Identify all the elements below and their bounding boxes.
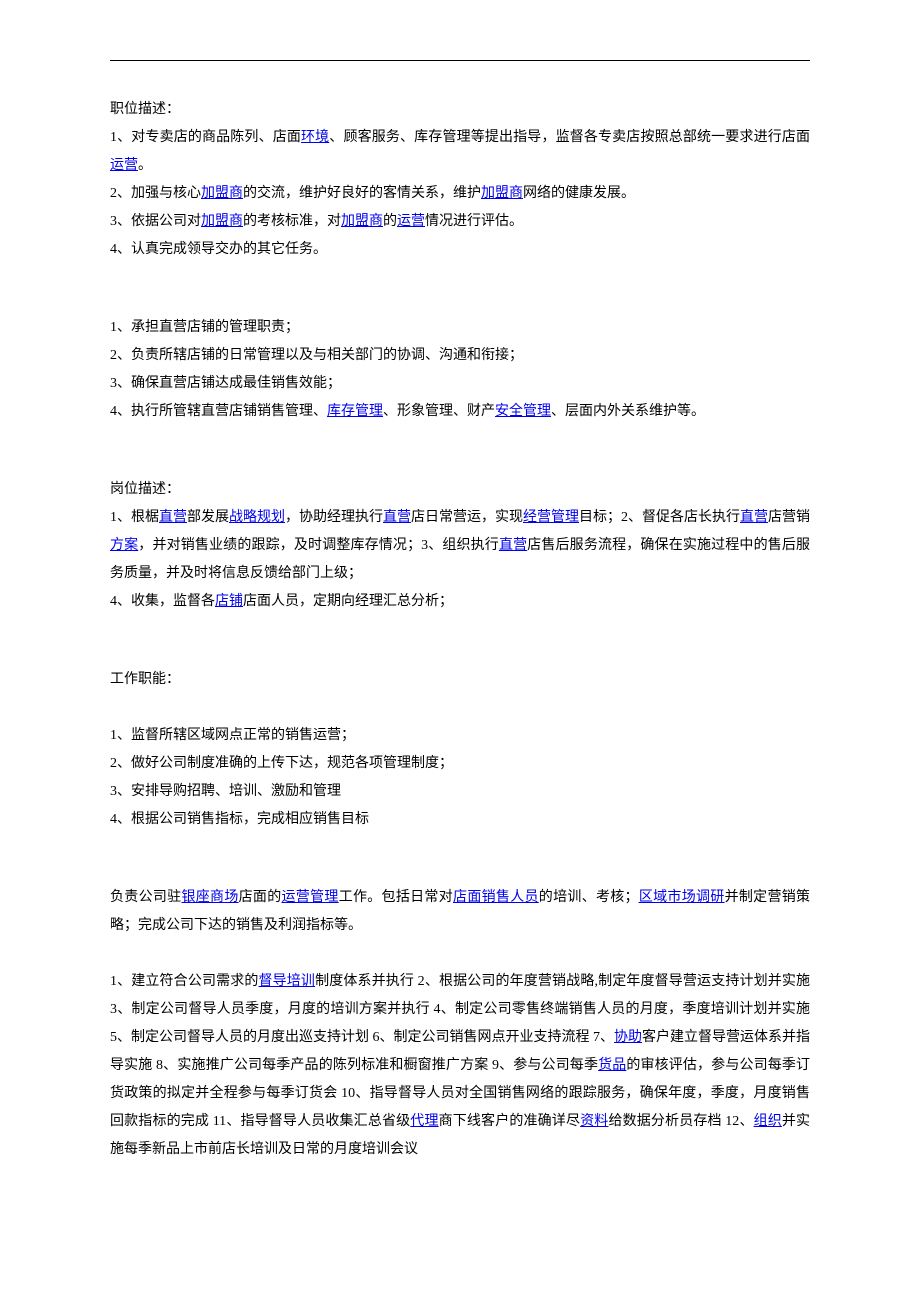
link-materials[interactable]: 资料 bbox=[580, 1114, 608, 1129]
text: 给数据分析员存档 12、 bbox=[608, 1114, 753, 1129]
section-job-description-1: 职位描述： 1、对专卖店的商品陈列、店面环境、顾客服务、库存管理等提出指导，监督… bbox=[110, 96, 810, 264]
link-inventory-management[interactable]: 库存管理 bbox=[327, 404, 383, 419]
text: 4、执行所管辖直营店铺销售管理、 bbox=[110, 404, 327, 419]
text: 店日常营运，实现 bbox=[411, 510, 523, 525]
text: 情况进行评估。 bbox=[425, 214, 523, 229]
link-direct-sales[interactable]: 直营 bbox=[383, 510, 411, 525]
text: 3、依据公司对 bbox=[110, 214, 201, 229]
link-supervisor-training[interactable]: 督导培训 bbox=[259, 974, 316, 989]
link-goods[interactable]: 货品 bbox=[598, 1058, 626, 1073]
link-agent[interactable]: 代理 bbox=[410, 1114, 438, 1129]
link-business-management[interactable]: 经营管理 bbox=[523, 510, 579, 525]
item-1-1: 1、对专卖店的商品陈列、店面环境、顾客服务、库存管理等提出指导，监督各专卖店按照… bbox=[110, 124, 810, 180]
link-plan[interactable]: 方案 bbox=[110, 538, 138, 553]
item-3-4: 4、收集，监督各店铺店面人员，定期向经理汇总分析； bbox=[110, 588, 810, 616]
heading-4: 工作职能： bbox=[110, 666, 810, 694]
link-franchisee[interactable]: 加盟商 bbox=[201, 186, 243, 201]
item-4-1: 1、监督所辖区域网点正常的销售运营； bbox=[110, 722, 810, 750]
link-direct-sales[interactable]: 直营 bbox=[159, 510, 187, 525]
item-2-1: 1、承担直营店铺的管理职责； bbox=[110, 314, 810, 342]
item-2-3: 3、确保直营店铺达成最佳销售效能； bbox=[110, 370, 810, 398]
item-6: 1、建立符合公司需求的督导培训制度体系并执行 2、根据公司的年度营销战略,制定年… bbox=[110, 968, 810, 1164]
section-responsibilities-2: 1、承担直营店铺的管理职责； 2、负责所辖店铺的日常管理以及与相关部门的协调、沟… bbox=[110, 314, 810, 426]
text: 2、加强与核心 bbox=[110, 186, 201, 201]
text: ，并对销售业绩的跟踪，及时调整库存情况；3、组织执行 bbox=[138, 538, 499, 553]
text: 的交流，维护好良好的客情关系，维护 bbox=[243, 186, 481, 201]
section-position-description-3: 岗位描述： 1、根椐直营部发展战略规划，协助经理执行直营店日常营运，实现经营管理… bbox=[110, 476, 810, 616]
text: 1、建立符合公司需求的 bbox=[110, 974, 259, 989]
section-job-functions-4: 工作职能： 1、监督所辖区域网点正常的销售运营； 2、做好公司制度准确的上传下达… bbox=[110, 666, 810, 834]
link-franchisee[interactable]: 加盟商 bbox=[341, 214, 383, 229]
horizontal-rule bbox=[110, 60, 810, 61]
text: 店面的 bbox=[239, 890, 282, 905]
text: 的培训、考核； bbox=[539, 890, 639, 905]
heading-3: 岗位描述： bbox=[110, 476, 810, 504]
link-store-sales-staff[interactable]: 店面销售人员 bbox=[453, 890, 539, 905]
text: 部发展 bbox=[187, 510, 229, 525]
link-operation-management[interactable]: 运营管理 bbox=[282, 890, 339, 905]
text: 4、收集，监督各 bbox=[110, 594, 215, 609]
text: ，协助经理执行 bbox=[285, 510, 383, 525]
link-franchisee[interactable]: 加盟商 bbox=[481, 186, 523, 201]
link-franchisee[interactable]: 加盟商 bbox=[201, 214, 243, 229]
link-strategic-planning[interactable]: 战略规划 bbox=[229, 510, 285, 525]
section-details-6: 1、建立符合公司需求的督导培训制度体系并执行 2、根据公司的年度营销战略,制定年… bbox=[110, 968, 810, 1164]
section-responsibility-5: 负责公司驻银座商场店面的运营管理工作。包括日常对店面销售人员的培训、考核；区域市… bbox=[110, 884, 810, 940]
item-1-3: 3、依据公司对加盟商的考核标准，对加盟商的运营情况进行评估。 bbox=[110, 208, 810, 236]
text: 网络的健康发展。 bbox=[523, 186, 635, 201]
item-4-3: 3、安排导购招聘、培训、激励和管理 bbox=[110, 778, 810, 806]
link-operation[interactable]: 运营 bbox=[110, 158, 138, 173]
link-direct-sales[interactable]: 直营 bbox=[499, 538, 527, 553]
item-5: 负责公司驻银座商场店面的运营管理工作。包括日常对店面销售人员的培训、考核；区域市… bbox=[110, 884, 810, 940]
link-environment[interactable]: 环境 bbox=[301, 130, 329, 145]
heading-1: 职位描述： bbox=[110, 96, 810, 124]
text: 1、根椐 bbox=[110, 510, 159, 525]
document-page: 职位描述： 1、对专卖店的商品陈列、店面环境、顾客服务、库存管理等提出指导，监督… bbox=[0, 0, 920, 1274]
link-operation[interactable]: 运营 bbox=[397, 214, 425, 229]
text: 店营销 bbox=[768, 510, 810, 525]
item-2-2: 2、负责所辖店铺的日常管理以及与相关部门的协调、沟通和衔接； bbox=[110, 342, 810, 370]
item-1-4: 4、认真完成领导交办的其它任务。 bbox=[110, 236, 810, 264]
text: 的 bbox=[383, 214, 397, 229]
link-yinzuo-mall[interactable]: 银座商场 bbox=[181, 890, 238, 905]
text: 1、对专卖店的商品陈列、店面 bbox=[110, 130, 301, 145]
link-organize[interactable]: 组织 bbox=[754, 1114, 782, 1129]
text: 。 bbox=[138, 158, 152, 173]
link-direct-sales[interactable]: 直营 bbox=[740, 510, 768, 525]
link-store[interactable]: 店铺 bbox=[215, 594, 243, 609]
item-2-4: 4、执行所管辖直营店铺销售管理、库存管理、形象管理、财产安全管理、层面内外关系维… bbox=[110, 398, 810, 426]
item-3-1-2-3: 1、根椐直营部发展战略规划，协助经理执行直营店日常营运，实现经营管理目标；2、督… bbox=[110, 504, 810, 588]
text: 店面人员，定期向经理汇总分析； bbox=[243, 594, 453, 609]
text: 、层面内外关系维护等。 bbox=[551, 404, 705, 419]
text: 工作。包括日常对 bbox=[339, 890, 453, 905]
link-regional-market-research[interactable]: 区域市场调研 bbox=[639, 890, 725, 905]
item-4-2: 2、做好公司制度准确的上传下达，规范各项管理制度； bbox=[110, 750, 810, 778]
text: 、形象管理、财产 bbox=[383, 404, 495, 419]
text: 、顾客服务、库存管理等提出指导，监督各专卖店按照总部统一要求进行店面 bbox=[329, 130, 810, 145]
text: 目标；2、督促各店长执行 bbox=[579, 510, 740, 525]
text: 负责公司驻 bbox=[110, 890, 181, 905]
link-assist[interactable]: 协助 bbox=[614, 1030, 642, 1045]
link-security-management[interactable]: 安全管理 bbox=[495, 404, 551, 419]
item-4-4: 4、根据公司销售指标，完成相应销售目标 bbox=[110, 806, 810, 834]
text: 的考核标准，对 bbox=[243, 214, 341, 229]
text: 商下线客户的准确详尽 bbox=[439, 1114, 581, 1129]
item-1-2: 2、加强与核心加盟商的交流，维护好良好的客情关系，维护加盟商网络的健康发展。 bbox=[110, 180, 810, 208]
